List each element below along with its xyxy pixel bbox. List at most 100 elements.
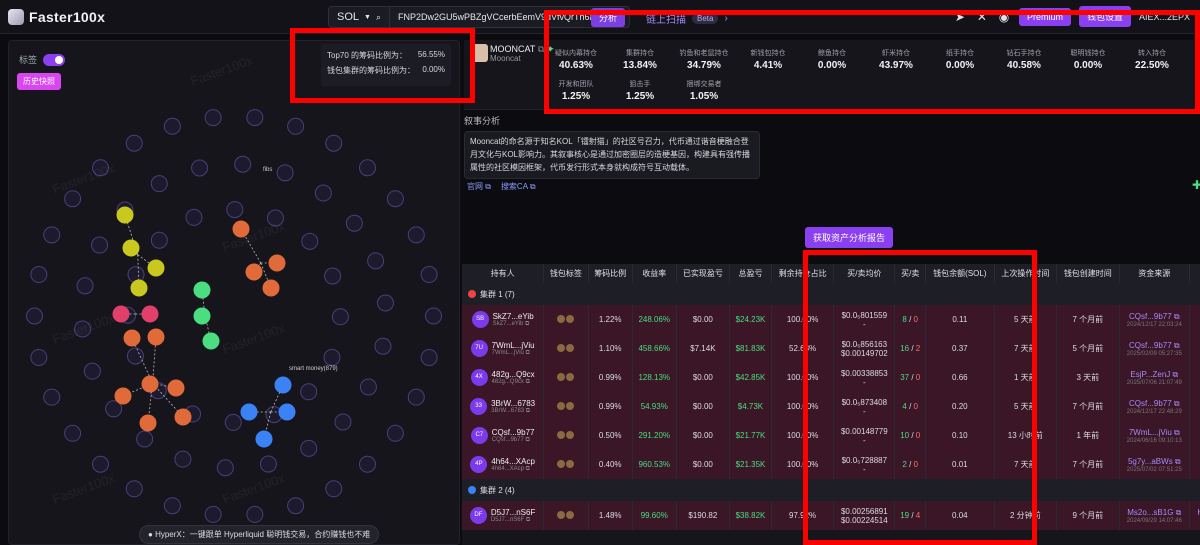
token-source[interactable]: 9nnL...Exn8 ⧉2025/07/02 07:5 (1193, 457, 1200, 473)
cluster-bubble[interactable] (123, 329, 141, 347)
search-ca-link[interactable]: 搜索CA ⧉ (501, 181, 536, 192)
token-source-address[interactable]: 9nnL...Exn8 ⧉ (1193, 457, 1200, 467)
table-row[interactable]: 4X 482g...Q9cx 482g...Q9cx ⧉ 0.99% 128.13% $0… (462, 363, 1200, 392)
holder-cell[interactable]: DF D5J7...nS6F D5J7...nS6F ⧉ (469, 507, 535, 524)
cluster-bubble[interactable] (262, 279, 280, 297)
add-icon[interactable]: ✚ (1192, 178, 1200, 192)
column-header[interactable]: 钱包标签 (543, 264, 589, 283)
holder-bubble[interactable] (136, 430, 154, 448)
label-toggle-switch[interactable] (43, 53, 66, 66)
holder-address[interactable]: 7WmL...jViu (492, 341, 535, 350)
holder-bubble[interactable] (407, 226, 425, 244)
funding-address[interactable]: CQsf...9b77 ⧉ (1123, 312, 1187, 322)
cluster-bubble[interactable] (112, 305, 130, 323)
holder-address[interactable]: CQsf...9b77 (492, 428, 535, 437)
cluster-bubble[interactable] (130, 279, 148, 297)
premium-button[interactable]: Premium (1018, 7, 1071, 26)
cluster-bubble[interactable] (255, 430, 273, 448)
cluster-bubble[interactable] (141, 375, 159, 393)
telegram-icon[interactable]: ➤ (953, 10, 967, 24)
holder-bubble[interactable] (234, 155, 252, 173)
table-row[interactable]: 4P 4h64...XAcp 4h64...XAcp ⧉ 0.40% 960.53% $0… (462, 450, 1200, 479)
holder-address[interactable]: D5J7...nS6F (491, 508, 535, 517)
token-source[interactable]: 6LXu...guFx ⧉2025/07/06 21:3 (1193, 370, 1200, 386)
funding-source[interactable]: 5g7y...aBWs ⧉ 2025/07/02 07:51:25 (1123, 457, 1187, 473)
funding-source[interactable]: CQsf...9b77 ⧉ 2024/12/17 22:03:24 (1123, 312, 1187, 328)
holder-bubble[interactable] (64, 190, 82, 208)
holder-bubble[interactable] (324, 267, 342, 285)
holder-bubble[interactable] (163, 497, 181, 515)
holder-address[interactable]: 4h64...XAcp (491, 457, 535, 466)
cluster-bubble[interactable] (245, 263, 263, 281)
funding-address[interactable]: 5g7y...aBWs ⧉ (1123, 457, 1187, 467)
funding-source[interactable]: CQsf...9b77 ⧉ 2024/12/17 22:48:29 (1123, 399, 1187, 415)
holder-bubble[interactable] (150, 175, 168, 193)
holder-bubble[interactable] (301, 232, 319, 250)
holder-bubble[interactable] (386, 190, 404, 208)
token-source-address[interactable]: 5Q54...e4j1 ⧉ (1193, 341, 1200, 351)
token-source-address[interactable]: j1ox...nkHX ⧉ (1193, 399, 1200, 409)
holder-bubble[interactable] (325, 134, 343, 152)
search-box[interactable]: SOL ▼ ⌕ FNP2Dw2GU5wPBZgVCcerbEemV9dVfvQr… (328, 6, 630, 28)
cluster-bubble[interactable] (240, 403, 258, 421)
holder-bubble[interactable] (76, 277, 94, 295)
holder-bubble[interactable] (407, 388, 425, 406)
column-header[interactable]: 钱包创建时间 (1056, 264, 1120, 283)
asset-report-button[interactable]: 获取资产分析报告 (805, 227, 894, 248)
holder-bubble[interactable] (224, 413, 242, 431)
holder-bubble[interactable] (386, 424, 404, 442)
nav-onchain-scan[interactable]: 链上扫描 Beta › (646, 11, 728, 26)
token-source-address[interactable]: HyWi...RWkV ⧉ (1193, 508, 1200, 518)
token-source[interactable]: HyWi...RWkV ⧉2025/07/04 01: (1193, 508, 1200, 524)
column-header[interactable]: 总盈亏 (729, 264, 772, 283)
wallet-settings-button[interactable]: 钱包设置 (1078, 6, 1131, 27)
holder-bubble[interactable] (287, 497, 305, 515)
cluster-bubble[interactable] (202, 332, 220, 350)
table-row[interactable]: C7 CQsf...9b77 CQsf...9b77 ⧉ 0.50% 291.20% $0… (462, 421, 1200, 450)
funding-address[interactable]: Ms2o...sB1G ⧉ (1123, 508, 1187, 518)
funding-source[interactable]: EsjP...ZenJ ⧉ 2025/07/06 21:07:49 (1123, 370, 1187, 386)
holder-bubble[interactable] (358, 159, 376, 177)
token-source[interactable]: j1ox...nkHX ⧉2025/07/04 01:0 (1193, 399, 1200, 415)
table-row[interactable]: 33 3BrW...6783 3BrW...6783 ⧉ 0.99% 54.93% $0.… (462, 392, 1200, 421)
holder-bubble[interactable] (420, 348, 438, 366)
holder-bubble[interactable] (163, 117, 181, 135)
holder-cell[interactable]: 33 3BrW...6783 3BrW...6783 ⧉ (470, 398, 535, 415)
cluster-header-row[interactable]: 集群 1 (7) (462, 283, 1200, 305)
holder-bubble[interactable] (287, 117, 305, 135)
holder-bubble[interactable] (266, 209, 284, 227)
cluster-bubble[interactable] (147, 328, 165, 346)
holder-bubble[interactable] (276, 164, 294, 182)
cluster-bubble[interactable] (141, 305, 159, 323)
holder-bubble[interactable] (92, 455, 110, 473)
holder-bubble[interactable] (359, 378, 377, 396)
holder-bubble[interactable] (300, 439, 318, 457)
holder-bubble[interactable] (323, 348, 341, 366)
table-row[interactable]: SB SkZ7...eYib SkZ7...eYib ⧉ 1.22% 248.06% $0… (462, 305, 1200, 334)
holder-bubble[interactable] (174, 450, 192, 468)
holder-bubble[interactable] (30, 348, 48, 366)
column-header[interactable]: 收益率 (632, 264, 677, 283)
column-header[interactable]: 代币来源 (1189, 264, 1200, 283)
analyze-button[interactable]: 分析 (590, 7, 625, 27)
column-header[interactable]: 钱包余额(SOL) (925, 264, 995, 283)
holder-bubble[interactable] (204, 109, 222, 127)
funding-address[interactable]: CQsf...9b77 ⧉ (1123, 341, 1187, 351)
funding-address[interactable]: EsjP...ZenJ ⧉ (1123, 370, 1187, 380)
holder-cell[interactable]: SB SkZ7...eYib SkZ7...eYib ⧉ (471, 311, 534, 328)
holder-bubble[interactable] (420, 266, 438, 284)
holder-bubble[interactable] (345, 214, 363, 232)
holder-bubble[interactable] (126, 347, 144, 365)
holder-bubble[interactable] (376, 294, 394, 312)
cluster-header-row[interactable]: 集群 2 (4) (462, 479, 1200, 501)
cluster-bubble[interactable] (114, 387, 132, 405)
holder-bubble[interactable] (64, 424, 82, 442)
cluster-bubble[interactable] (278, 403, 296, 421)
holder-bubble[interactable] (185, 208, 203, 226)
token-source-address[interactable]: 7Hkz...fuaH ⧉ (1193, 312, 1200, 322)
holder-bubble[interactable] (125, 480, 143, 498)
holder-bubble[interactable] (334, 413, 352, 431)
holder-bubble[interactable] (226, 201, 244, 219)
cluster-bubble[interactable] (116, 206, 134, 224)
holder-address[interactable]: SkZ7...eYib (493, 312, 534, 321)
